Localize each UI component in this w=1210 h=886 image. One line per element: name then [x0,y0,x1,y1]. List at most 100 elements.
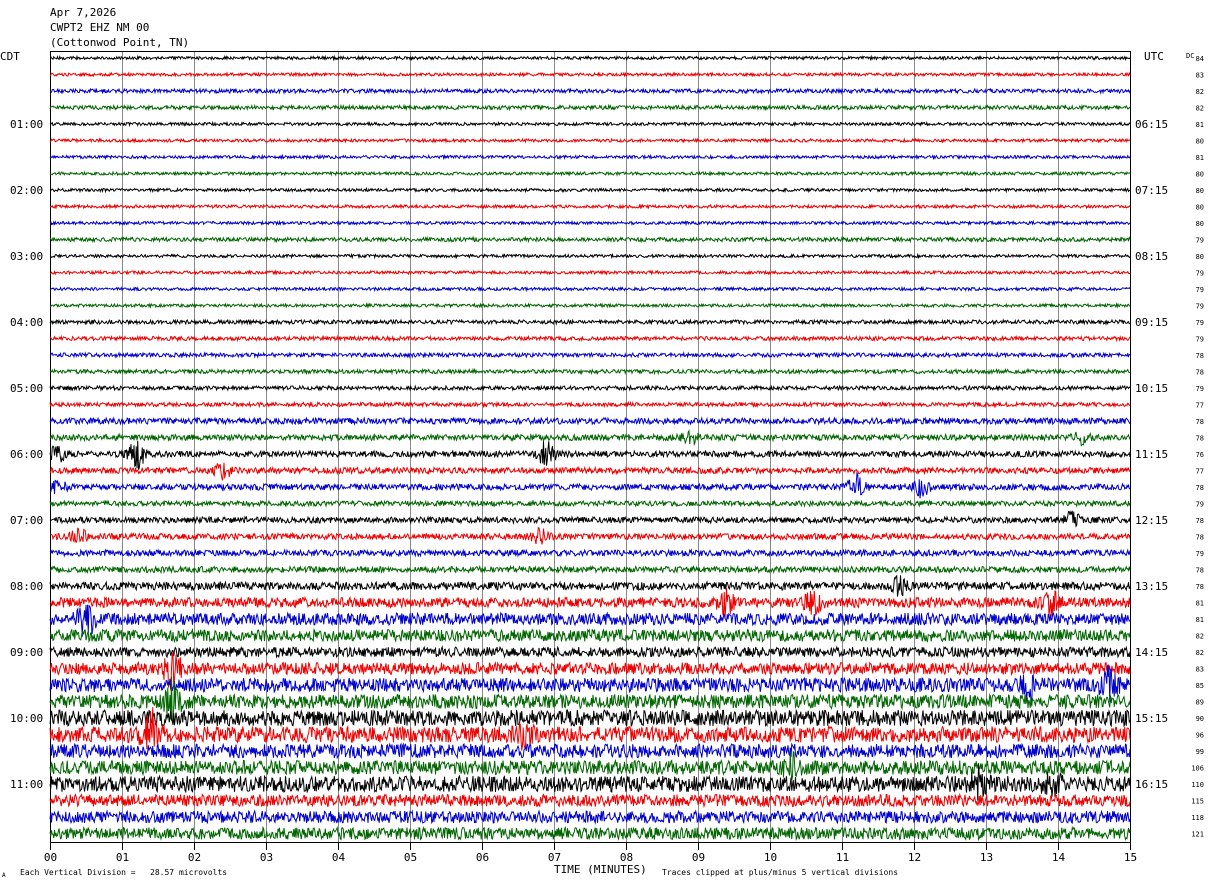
right-time-label: 07:15 [1135,184,1168,197]
dc-value: 80 [1196,171,1204,179]
trace-row-47 [49,825,1131,842]
dc-value: 77 [1196,402,1204,410]
dc-value: 79 [1196,237,1204,245]
trace-row-19 [49,367,1131,376]
dc-column-label: DC [1186,52,1194,60]
header-location: (Cottonwod Point, TN) [50,36,189,49]
scale-note: Each Vertical Division = 28.57 microvolt… [20,868,227,877]
trace-row-7 [49,170,1131,177]
dc-value: 81 [1196,121,1204,129]
trace-row-11 [49,235,1131,244]
dc-value: 77 [1196,468,1204,476]
dc-value: 79 [1196,286,1204,294]
trace-row-3 [49,103,1131,112]
trace-row-12 [49,252,1131,260]
right-time-labels: 06:15 07:15 08:15 09:15 10:15 11:15 12:15 13:15… [1135,118,1168,791]
dc-value: 76 [1196,451,1204,459]
trace-row-4 [49,120,1131,128]
left-time-label: 10:00 [10,712,43,725]
trace-row-24 [49,440,1131,470]
dc-value: 96 [1196,732,1204,740]
trace-row-46 [49,809,1131,825]
dc-value: 83 [1196,72,1204,80]
right-time-label: 13:15 [1135,580,1168,593]
x-tick-label: 04 [332,851,346,864]
trace-row-41 [49,707,1131,751]
dc-value: 106 [1191,765,1204,773]
dc-value: 78 [1196,484,1204,492]
trace-row-28 [49,510,1131,528]
dc-value: 79 [1196,501,1204,509]
trace-row-27 [49,499,1131,508]
trace-row-8 [49,186,1131,194]
dc-value: 90 [1196,715,1204,723]
trace-row-36 [49,645,1131,659]
dc-value: 78 [1196,352,1204,360]
trace-row-20 [49,384,1131,392]
dc-value: 80 [1196,187,1204,195]
trace-row-13 [49,269,1131,276]
dc-value: 121 [1191,831,1204,839]
trace-row-18 [49,351,1131,359]
right-time-label: 14:15 [1135,646,1168,659]
trace-row-9 [49,203,1131,210]
trace-row-14 [49,285,1131,293]
right-time-label: 06:15 [1135,118,1168,131]
trace-group [49,54,1131,842]
trace-row-1 [49,71,1131,78]
dc-value: 79 [1196,385,1204,393]
corner-mark: A [2,872,6,879]
x-tick-label: 02 [188,851,201,864]
right-time-label: 09:15 [1135,316,1168,329]
dc-value: 80 [1196,253,1204,261]
dc-value: 99 [1196,748,1204,756]
dc-value: 84 [1196,55,1204,63]
trace-row-31 [49,564,1131,575]
left-time-label: 09:00 [10,646,43,659]
trace-row-32 [49,574,1131,597]
seismogram-chart: Apr 7,2026 CWPT2 EHZ NM 00 (Cottonwod Po… [0,6,1204,879]
dc-value: 78 [1196,534,1204,542]
x-tick-label: 06 [476,851,489,864]
left-timezone-label: CDT [0,50,20,63]
x-tick-label: 13 [980,851,993,864]
trace-row-23 [49,429,1131,447]
dc-value: 78 [1196,567,1204,575]
dc-value: 83 [1196,666,1204,674]
header-date: Apr 7,2026 [50,6,116,19]
right-time-label: 16:15 [1135,778,1168,791]
dc-value: 80 [1196,138,1204,146]
trace-row-16 [49,318,1131,326]
dc-value: 85 [1196,682,1204,690]
dc-value: 110 [1191,781,1204,789]
dc-value: 89 [1196,699,1204,707]
x-tick-label: 10 [764,851,777,864]
left-time-label: 06:00 [10,448,43,461]
right-timezone-label: UTC [1144,50,1164,63]
dc-value: 82 [1196,633,1204,641]
trace-row-45 [49,792,1131,809]
x-tick-label: 12 [908,851,921,864]
dc-value: 82 [1196,88,1204,96]
x-tick-label: 05 [404,851,417,864]
trace-row-0 [49,54,1131,62]
trace-row-15 [49,302,1131,309]
dc-value: 78 [1196,435,1204,443]
dc-value: 79 [1196,550,1204,558]
left-time-label: 08:00 [10,580,43,593]
dc-value: 118 [1191,814,1204,822]
trace-row-29 [49,526,1131,545]
left-time-label: 04:00 [10,316,43,329]
x-axis-title: TIME (MINUTES) [554,863,647,876]
trace-row-42 [49,742,1131,760]
dc-value: 82 [1196,649,1204,657]
x-tick-label: 03 [260,851,273,864]
left-time-label: 02:00 [10,184,43,197]
x-tick-label: 15 [1124,851,1137,864]
trace-row-10 [49,219,1131,227]
left-time-label: 01:00 [10,118,43,131]
trace-row-21 [49,400,1131,409]
left-time-label: 07:00 [10,514,43,527]
dc-value: 78 [1196,369,1204,377]
dc-value: 79 [1196,336,1204,344]
